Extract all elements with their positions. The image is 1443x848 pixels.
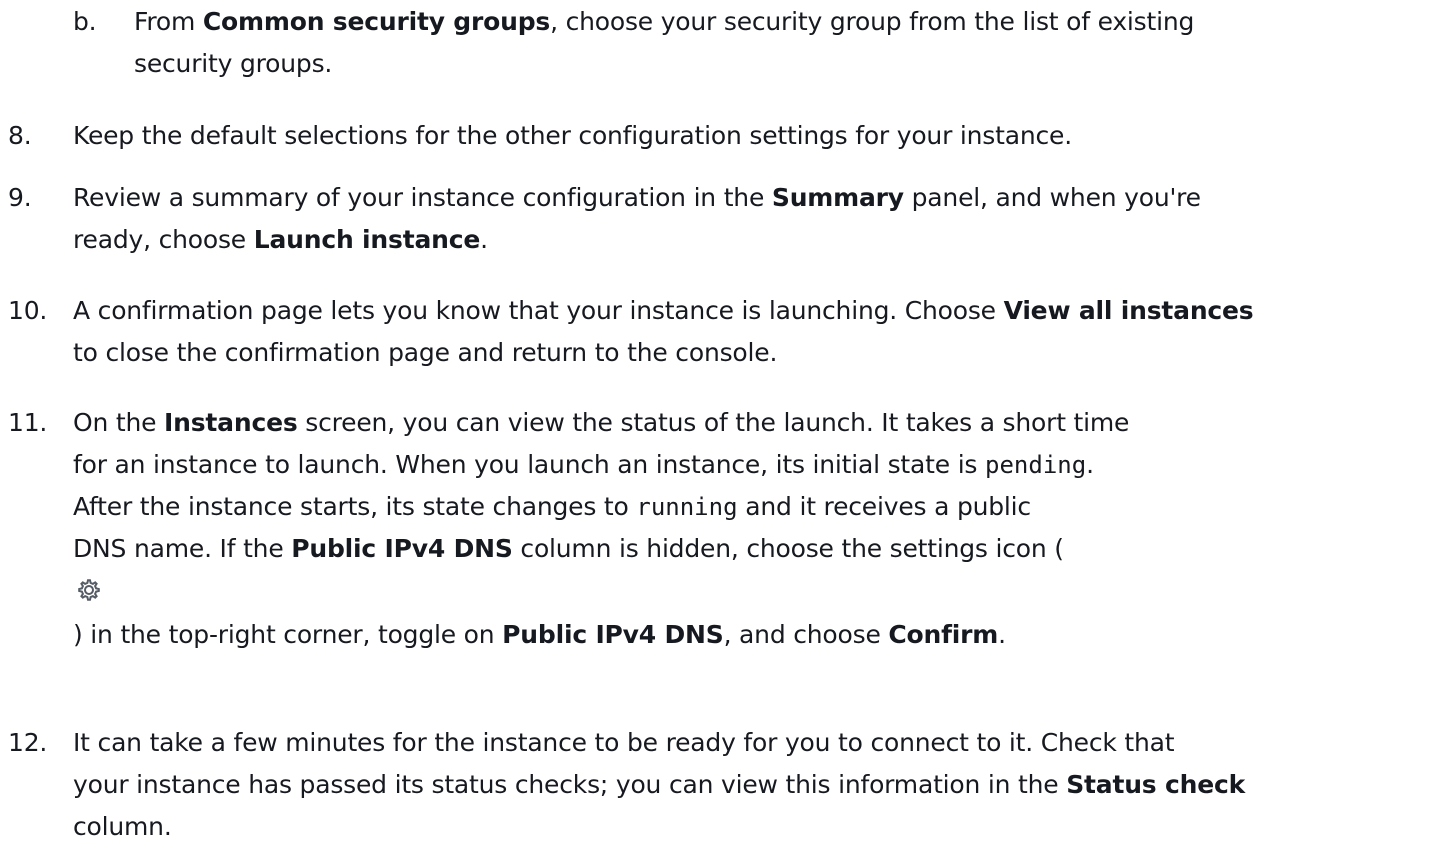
- step-marker: 12.: [8, 728, 48, 757]
- step-text-line: A confirmation page lets you know that y…: [73, 296, 1254, 325]
- step-text-line: Review a summary of your instance config…: [73, 183, 1201, 212]
- step-marker: 11.: [8, 408, 48, 437]
- settings-gear-icon: [78, 579, 100, 601]
- ui-term-public-ipv4-dns: Public IPv4 DNS: [502, 620, 724, 649]
- step-text-line: your instance has passed its status chec…: [73, 770, 1246, 799]
- step-marker: 8.: [8, 121, 32, 150]
- step-text-line: for an instance to launch. When you laun…: [73, 450, 1094, 479]
- ui-term-common-security-groups: Common security groups: [202, 7, 551, 36]
- step-text-line: DNS name. If the Public IPv4 DNS column …: [73, 534, 1064, 563]
- ui-term-instances: Instances: [164, 408, 298, 437]
- ui-term-summary: Summary: [771, 183, 904, 212]
- step-text-line: ready, choose Launch instance.: [73, 225, 488, 254]
- step-text-line: On the Instances screen, you can view th…: [73, 408, 1130, 437]
- step-marker: b.: [73, 7, 97, 36]
- ui-term-status-check: Status check: [1066, 770, 1246, 799]
- ui-term-launch-instance: Launch instance: [253, 225, 481, 254]
- step-text-line: Keep the default selections for the othe…: [73, 121, 1072, 150]
- state-pending-code: pending: [985, 451, 1087, 479]
- step-text-line: It can take a few minutes for the instan…: [73, 728, 1175, 757]
- step-marker: 9.: [8, 183, 32, 212]
- step-text-line: ) in the top-right corner, toggle on Pub…: [73, 620, 1006, 649]
- step-marker: 10.: [8, 296, 48, 325]
- state-running-code: running: [636, 493, 738, 521]
- step-text-line: to close the confirmation page and retur…: [73, 338, 778, 367]
- ui-term-view-all-instances: View all instances: [1003, 296, 1254, 325]
- step-text-line: After the instance starts, its state cha…: [73, 492, 1031, 521]
- ui-term-public-ipv4-dns: Public IPv4 DNS: [291, 534, 513, 563]
- ui-term-confirm: Confirm: [888, 620, 999, 649]
- step-text-line: security groups.: [134, 49, 333, 78]
- step-text-line: column.: [73, 812, 172, 841]
- documentation-steps: b. From Common security groups, choose y…: [0, 0, 1443, 846]
- step-text-line: From Common security groups, choose your…: [134, 7, 1195, 36]
